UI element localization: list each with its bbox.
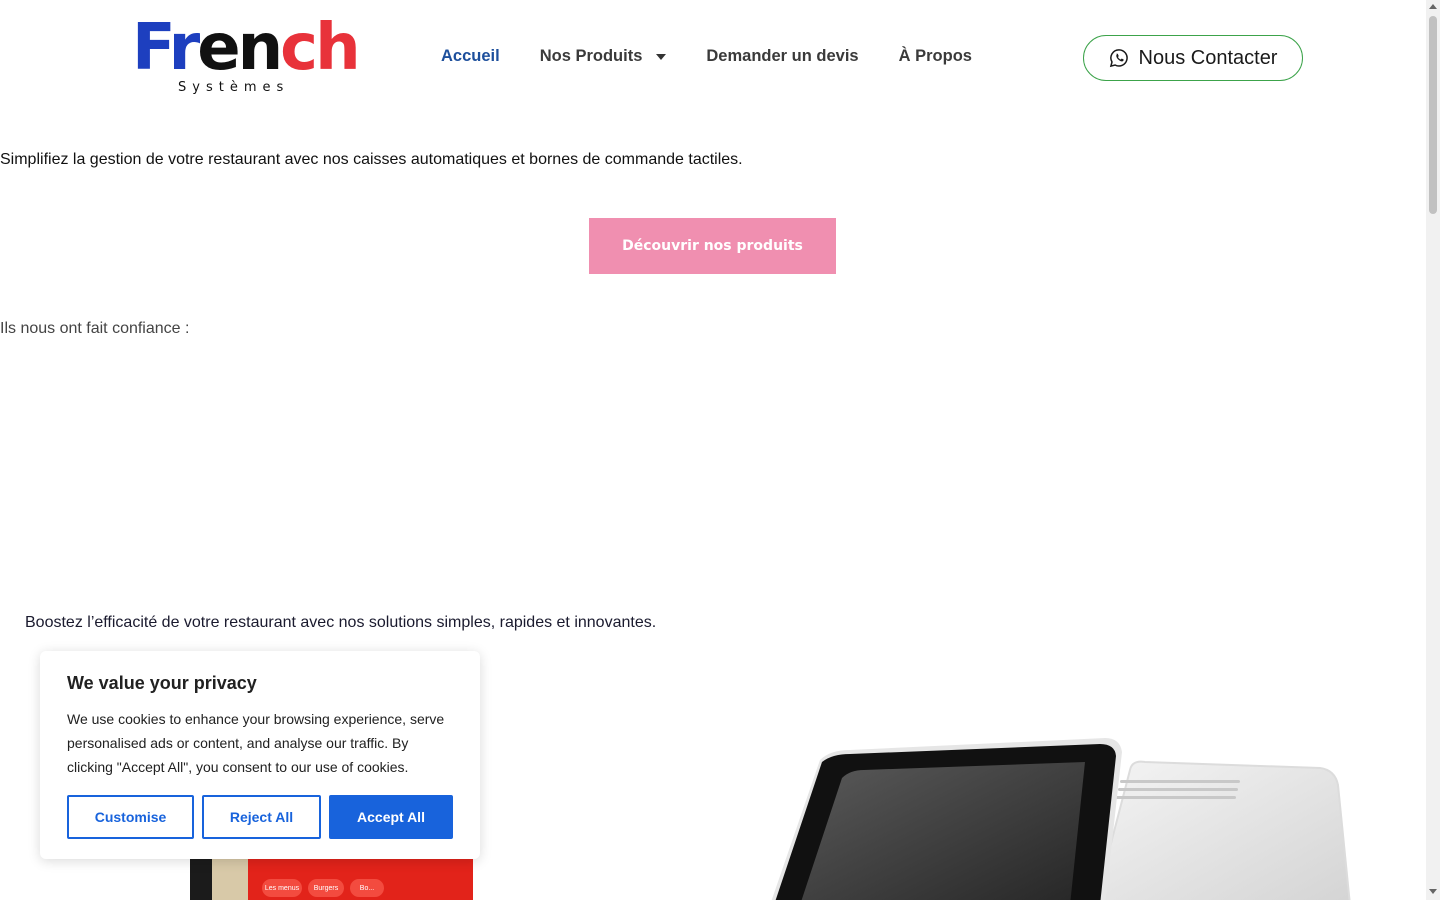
- french-systemes-logo[interactable]: French Systèmes: [132, 16, 361, 98]
- kiosk-menu-pill: Burgers: [308, 879, 344, 897]
- logo-wordmark: French: [132, 11, 361, 85]
- contact-button-label: Nous Contacter: [1138, 46, 1278, 69]
- nav-item-nos-produits[interactable]: Nos Produits: [540, 47, 667, 66]
- discover-products-button[interactable]: Découvrir nos produits: [589, 218, 836, 274]
- nav-item-demander-devis[interactable]: Demander un devis: [706, 47, 858, 66]
- nav-item-accueil[interactable]: Accueil: [441, 47, 500, 66]
- customise-button[interactable]: Customise: [67, 795, 194, 839]
- accept-all-button[interactable]: Accept All: [329, 795, 453, 839]
- kiosk-menu-pill: Bo...: [350, 879, 384, 897]
- main-navigation: Accueil Nos Produits Demander un devis À…: [441, 47, 1012, 66]
- chevron-down-icon[interactable]: [656, 53, 667, 60]
- reject-all-button[interactable]: Reject All: [202, 795, 321, 839]
- scroll-down-arrow-icon[interactable]: [1429, 889, 1437, 894]
- pos-terminal-image: [771, 738, 1351, 900]
- cookie-consent-banner: We value your privacy We use cookies to …: [40, 651, 480, 859]
- nav-item-a-propos[interactable]: À Propos: [899, 47, 972, 66]
- page-scrollbar[interactable]: [1426, 0, 1440, 900]
- contact-button[interactable]: Nous Contacter: [1083, 35, 1303, 81]
- whatsapp-icon: [1109, 49, 1128, 68]
- nav-item-label: Nos Produits: [539, 47, 643, 65]
- trusted-by-label: Ils nous ont fait confiance :: [0, 320, 190, 337]
- scrollbar-thumb[interactable]: [1429, 16, 1437, 214]
- kiosk-screen: Les menus Burgers Bo...: [248, 857, 473, 900]
- cookie-description: We use cookies to enhance your browsing …: [67, 711, 445, 775]
- scroll-up-arrow-icon[interactable]: [1429, 4, 1437, 9]
- logo-subtitle: Systèmes: [178, 80, 290, 95]
- kiosk-food-photo: [212, 857, 248, 900]
- boost-text: Boostez l’efficacité de votre restaurant…: [25, 614, 657, 631]
- intro-text: Simplifiez la gestion de votre restauran…: [0, 151, 743, 168]
- kiosk-menu-pill: Les menus: [262, 879, 302, 897]
- cookie-title: We value your privacy: [67, 673, 257, 693]
